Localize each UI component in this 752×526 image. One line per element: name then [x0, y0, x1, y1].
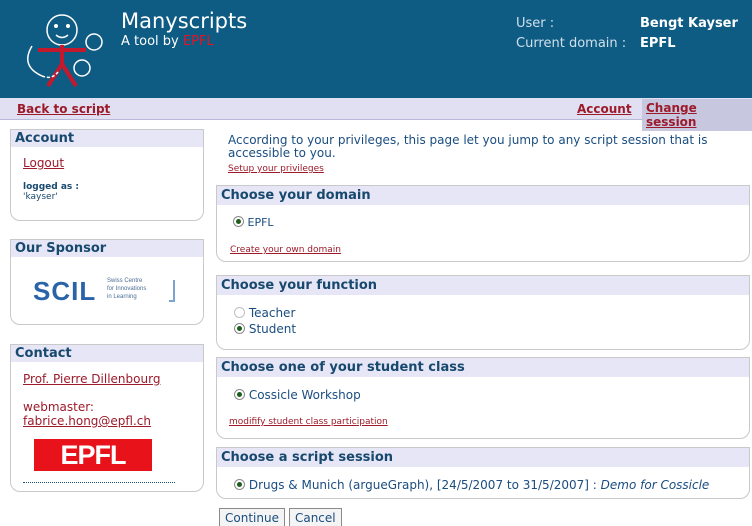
manyscripts-logo	[18, 6, 118, 94]
student-radio[interactable]	[234, 323, 245, 334]
domain-box-title: Choose your domain	[217, 186, 749, 205]
class-box-title: Choose one of your student class	[217, 358, 749, 377]
create-domain-link[interactable]: Create your own domain	[230, 245, 341, 255]
back-to-script-link[interactable]: Back to script	[17, 102, 110, 116]
cancel-button[interactable]: Cancel	[288, 508, 342, 526]
function-option-student[interactable]: Student	[217, 320, 749, 336]
session-box: Choose a script session Drugs & Munich (…	[216, 447, 750, 499]
student-label: Student	[248, 322, 297, 336]
sponsor-box: Our Sponsor SCIL Swiss Centre for Innova…	[10, 239, 204, 325]
change-session-link[interactable]: Change session	[642, 99, 752, 131]
class-radio[interactable]	[234, 389, 245, 400]
scil-logo-bracket	[169, 280, 175, 302]
nav-bar: Back to script Account Change session	[0, 98, 752, 131]
current-domain-label: Current domain :	[516, 36, 627, 51]
app-subtitle-brand: EPFL	[182, 34, 214, 49]
logged-as-value: 'kayser'	[23, 192, 58, 202]
session-option[interactable]: Drugs & Munich (argueGraph), [24/5/2007 …	[217, 467, 749, 492]
webmaster-label: webmaster:	[23, 400, 94, 414]
webmaster-email-link[interactable]: fabrice.hong@epfl.ch	[23, 414, 151, 428]
app-subtitle: A tool by EPFL	[121, 34, 214, 49]
divider	[23, 482, 175, 483]
function-box-title: Choose your function	[217, 276, 749, 295]
sponsor-box-title: Our Sponsor	[11, 240, 203, 257]
session-radio[interactable]	[234, 479, 245, 490]
account-box-title: Account	[11, 130, 203, 147]
teacher-label: Teacher	[248, 306, 296, 320]
app-header: Manyscripts A tool by EPFL User : Bengt …	[0, 0, 752, 98]
teacher-radio[interactable]	[234, 307, 245, 318]
session-option-note: Demo for Cossicle	[600, 478, 710, 492]
class-option[interactable]: Cossicle Workshop	[217, 377, 749, 402]
function-box: Choose your function Teacher Student	[216, 275, 750, 350]
domain-radio[interactable]	[233, 216, 244, 227]
domain-option[interactable]: EPFL	[217, 205, 749, 229]
class-box: Choose one of your student class Cossicl…	[216, 357, 750, 439]
function-option-teacher[interactable]: Teacher	[217, 295, 749, 320]
contact-box: Contact Prof. Pierre Dillenbourg webmast…	[10, 344, 204, 492]
class-option-label: Cossicle Workshop	[248, 388, 361, 402]
scil-logo[interactable]: SCIL Swiss Centre for Innovations in Lea…	[33, 276, 183, 306]
domain-option-label: EPFL	[247, 216, 274, 229]
account-box: Account Logout logged as : 'kayser'	[10, 129, 204, 221]
app-title: Manyscripts	[121, 9, 248, 33]
session-box-title: Choose a script session	[217, 448, 749, 467]
scil-logo-line3: in Learning	[107, 294, 137, 300]
epfl-logo-text: EPFL	[60, 440, 126, 470]
setup-privileges-link[interactable]: Setup your privileges	[228, 164, 324, 174]
domain-box: Choose your domain EPFL Create your own …	[216, 185, 750, 262]
account-link[interactable]: Account	[577, 102, 632, 116]
logged-as-label: logged as :	[23, 182, 79, 192]
app-subtitle-prefix: A tool by	[121, 34, 179, 49]
intro-text: According to your privileges, this page …	[228, 133, 708, 160]
scil-logo-line1: Swiss Centre	[107, 278, 143, 284]
modify-class-link[interactable]: modifify student class participation	[229, 417, 388, 427]
intro-section: According to your privileges, this page …	[228, 134, 746, 176]
epfl-logo[interactable]: EPFL	[34, 439, 152, 471]
scil-logo-text: SCIL	[33, 276, 97, 306]
user-name: Bengt Kayser	[640, 16, 738, 31]
session-option-label: Drugs & Munich (argueGraph), [24/5/2007 …	[248, 478, 597, 492]
user-label: User :	[516, 16, 555, 31]
current-domain-value: EPFL	[640, 36, 676, 51]
contact-box-title: Contact	[11, 345, 203, 362]
logout-link[interactable]: Logout	[23, 156, 64, 170]
form-buttons: Continue Cancel	[219, 508, 346, 526]
contact-person-link[interactable]: Prof. Pierre Dillenbourg	[23, 372, 160, 386]
scil-logo-line2: for Innovations	[107, 286, 147, 292]
continue-button[interactable]: Continue	[219, 508, 285, 526]
